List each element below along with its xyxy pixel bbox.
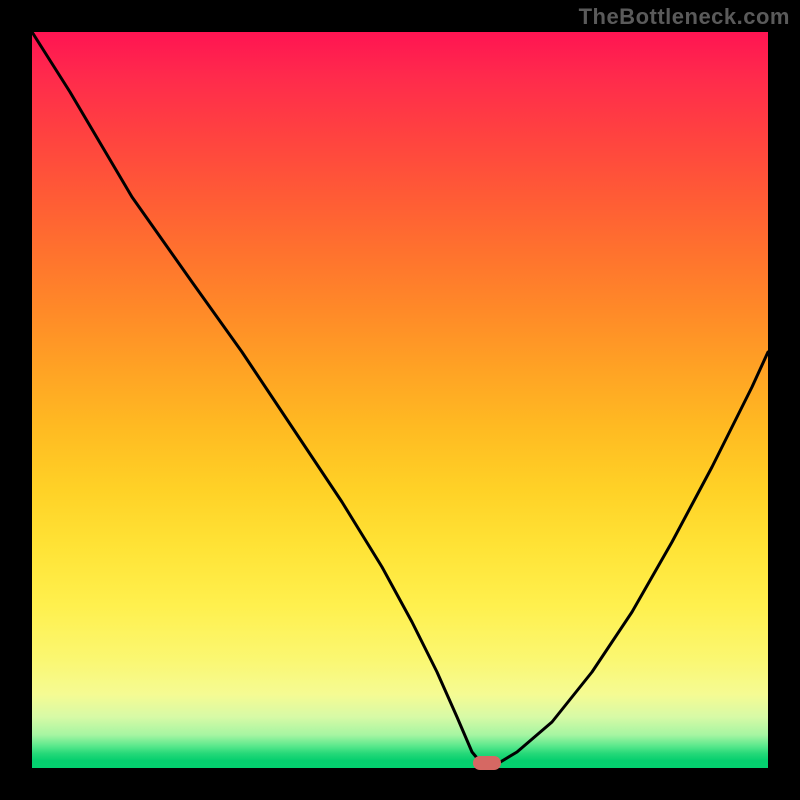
curve-svg [32,32,768,768]
optimal-marker [473,756,501,770]
watermark-text: TheBottleneck.com [579,4,790,30]
bottleneck-curve [32,32,768,764]
chart-container: TheBottleneck.com [0,0,800,800]
plot-area [32,32,768,768]
